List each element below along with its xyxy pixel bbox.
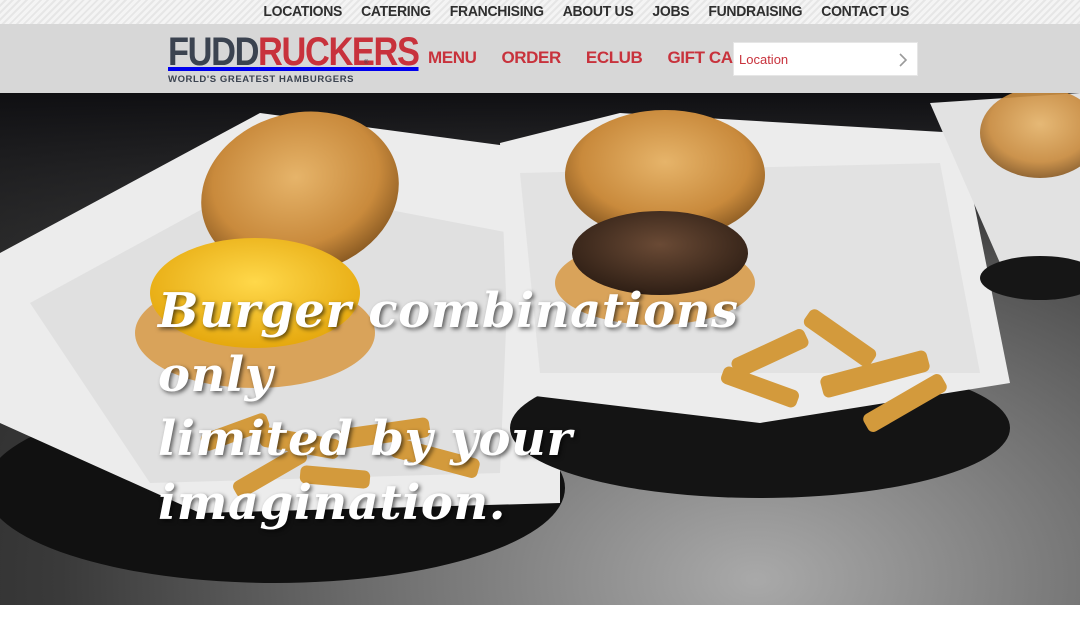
logo-word-dark: FUDD [168,30,259,74]
nav-order[interactable]: ORDER [501,48,561,68]
hero-banner: Burger combinations only limited by your… [0,93,1080,605]
hero-headline: Burger combinations only limited by your… [158,279,858,535]
main-nav: MENU ORDER ECLUB GIFT CARDS [428,48,768,68]
utility-bar: LOCATIONS CATERING FRANCHISING ABOUT US … [0,0,1080,24]
nav-about-us[interactable]: ABOUT US [563,0,634,25]
nav-menu[interactable]: MENU [428,48,477,68]
nav-eclub[interactable]: ECLUB [586,48,643,68]
logo-tagline: WORLD'S GREATEST HAMBURGERS [168,74,355,85]
utility-nav: LOCATIONS CATERING FRANCHISING ABOUT US … [263,0,909,24]
nav-franchising[interactable]: FRANCHISING [450,0,544,25]
logo-registered-mark: ® [364,60,369,66]
main-header: FUDDRUCKERS ® WORLD'S GREATEST HAMBURGER… [0,24,1080,93]
nav-contact-us[interactable]: CONTACT US [821,0,909,25]
location-search [733,42,918,76]
fuddruckers-logo[interactable]: FUDDRUCKERS ® WORLD'S GREATEST HAMBURGER… [168,30,420,88]
page-bottom-strip [0,605,1080,622]
location-input[interactable] [734,44,894,74]
nav-fundraising[interactable]: FUNDRAISING [708,0,802,25]
hero-headline-line1: Burger combinations only [158,283,739,403]
chevron-right-icon[interactable] [897,53,909,67]
nav-locations[interactable]: LOCATIONS [263,0,342,25]
nav-jobs[interactable]: JOBS [652,0,689,25]
hero-headline-line2: limited by your imagination. [158,411,573,531]
logo-wordmark: FUDDRUCKERS [168,30,420,74]
logo-word-red: RUCKERS [258,30,420,74]
nav-catering[interactable]: CATERING [361,0,431,25]
